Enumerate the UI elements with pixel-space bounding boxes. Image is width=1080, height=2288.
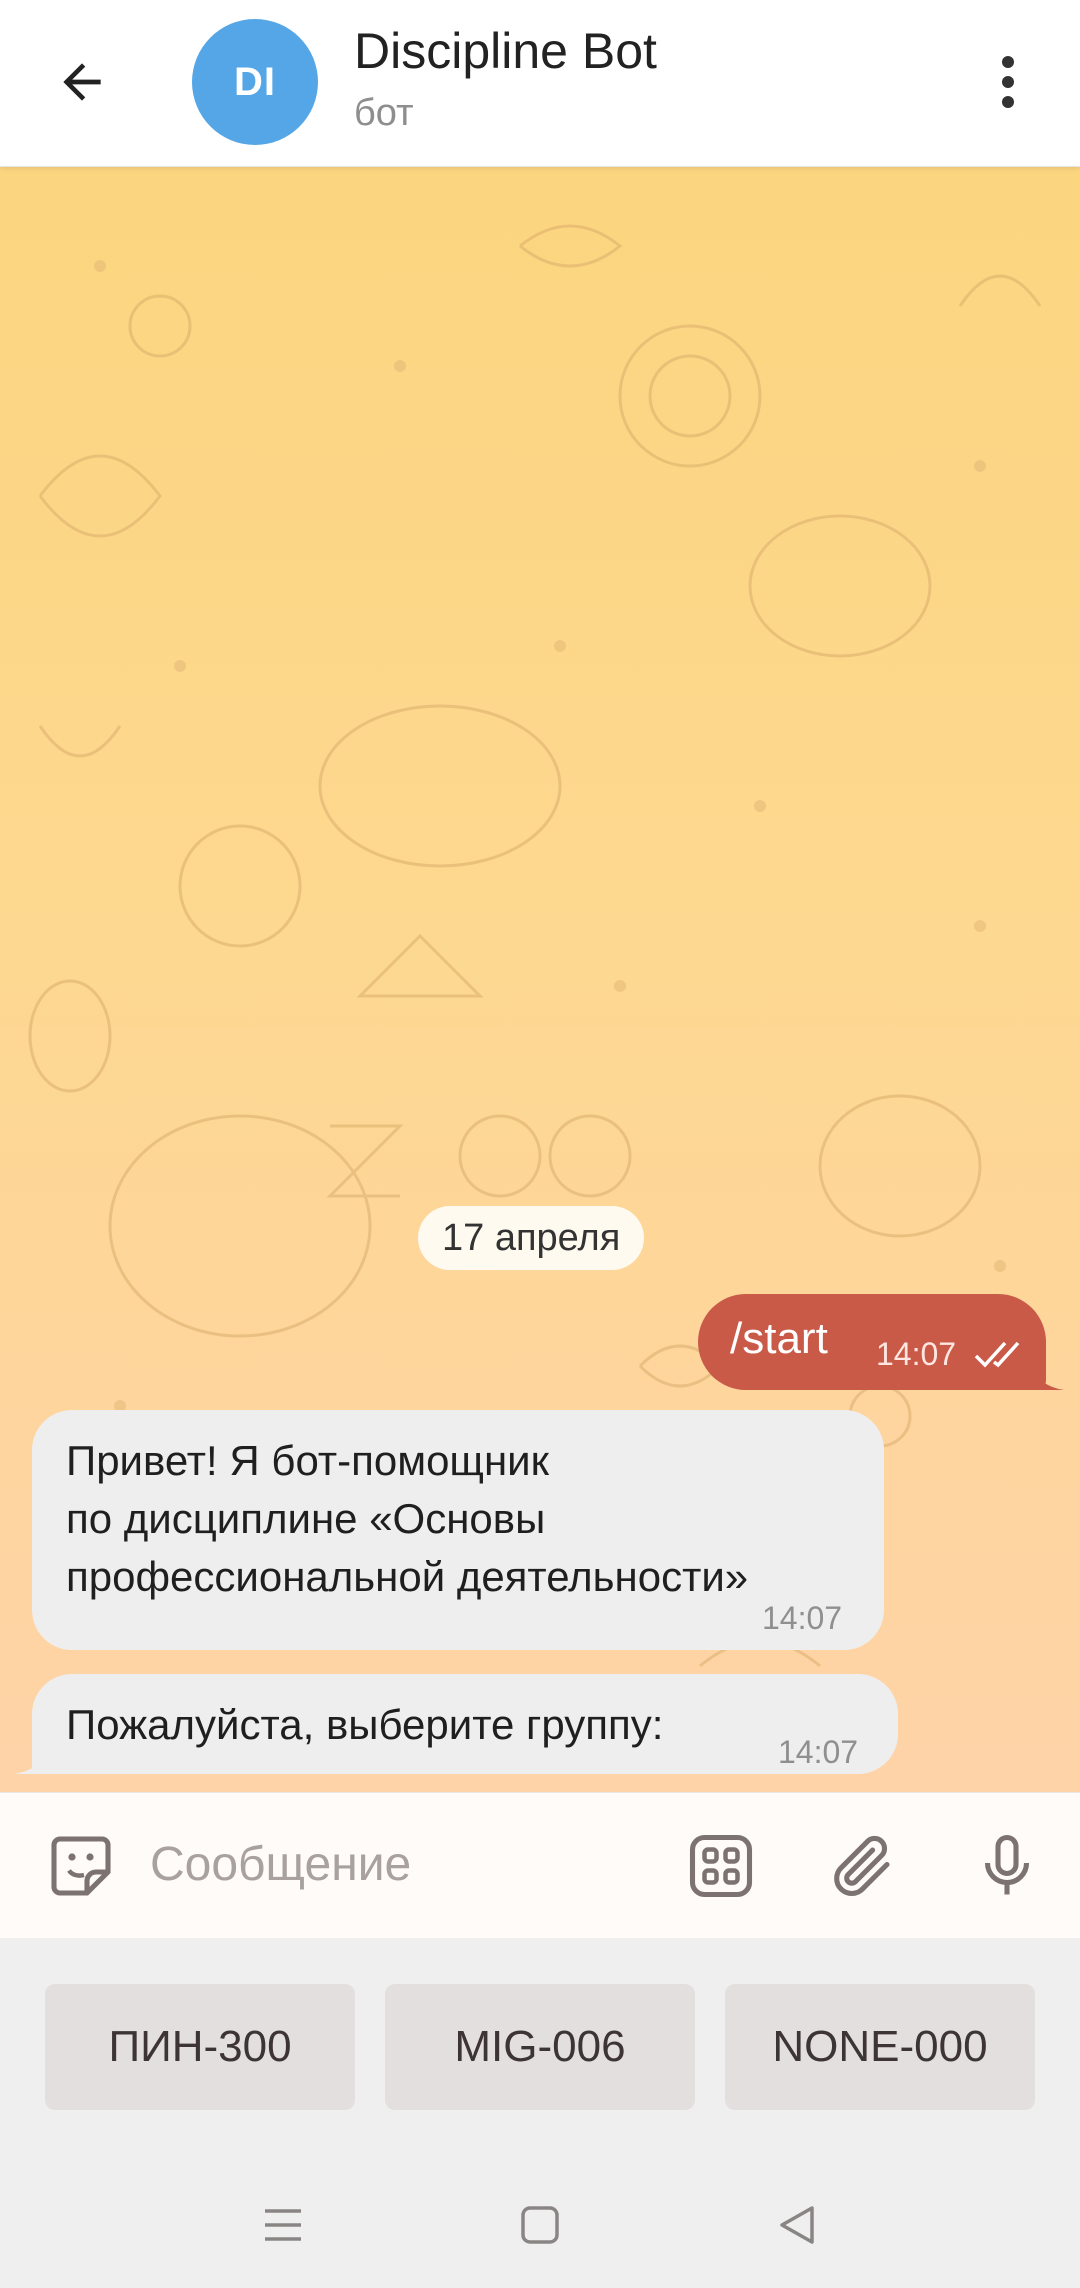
bot-keyboard-icon — [689, 1834, 753, 1898]
more-options-button[interactable] — [966, 40, 1050, 124]
chat-area[interactable]: 17 апреля /start 14:07 Привет! Я бот-пом… — [0, 166, 1080, 1792]
group-button-mig-006[interactable]: MIG-006 — [385, 1984, 695, 2110]
message-time: 14:07 — [876, 1336, 957, 1372]
message-line: по дисциплине «Основы — [66, 1495, 546, 1542]
sticker-button[interactable] — [36, 1821, 126, 1911]
system-back-button[interactable] — [762, 2190, 832, 2260]
chat-title[interactable]: Discipline Bot — [354, 22, 657, 80]
back-triangle-icon — [780, 2206, 814, 2244]
system-nav-bar — [0, 2160, 1080, 2288]
message-text: /start — [730, 1314, 828, 1363]
message-input[interactable]: Сообщение — [150, 1837, 411, 1892]
group-button-none-000[interactable]: NONE-000 — [725, 1984, 1035, 2110]
avatar[interactable]: DI — [192, 19, 318, 145]
outgoing-message[interactable]: /start 14:07 — [698, 1294, 1046, 1390]
bubble-tail — [1034, 1366, 1064, 1390]
message-line: Привет! Я бот-помощник — [66, 1437, 550, 1484]
more-vertical-icon — [1002, 56, 1014, 108]
home-square-icon — [521, 2206, 559, 2244]
message-text: Привет! Я бот-помощник по дисциплине «Ос… — [66, 1432, 748, 1606]
date-label: 17 апреля — [442, 1216, 621, 1259]
incoming-message[interactable]: Привет! Я бот-помощник по дисциплине «Ос… — [32, 1410, 884, 1650]
double-check-icon — [974, 1341, 1020, 1368]
recent-apps-button[interactable] — [248, 2190, 318, 2260]
incoming-message[interactable]: Пожалуйста, выберите группу: 14:07 — [32, 1674, 898, 1774]
attach-button[interactable] — [818, 1821, 908, 1911]
attach-icon — [834, 1835, 890, 1897]
home-button[interactable] — [505, 2190, 575, 2260]
group-button-pin-300[interactable]: ПИН-300 — [45, 1984, 355, 2110]
bot-keyboard-button[interactable] — [676, 1821, 766, 1911]
microphone-icon — [984, 1834, 1030, 1895]
microphone-button[interactable] — [962, 1821, 1052, 1911]
bot-reply-keyboard: ПИН-300 MIG-006 NONE-000 — [0, 1938, 1080, 2160]
message-time: 14:07 — [762, 1600, 843, 1636]
bubble-tail — [14, 1752, 44, 1774]
chat-header: DI Discipline Bot бот — [0, 0, 1080, 167]
message-line: профессиональной деятельности» — [66, 1553, 749, 1600]
message-text: Пожалуйста, выберите группу: — [66, 1701, 664, 1748]
sticker-icon — [51, 1836, 111, 1896]
back-button[interactable] — [40, 40, 124, 124]
message-time: 14:07 — [778, 1734, 859, 1770]
arrow-left-icon — [63, 63, 101, 101]
menu-lines-icon — [265, 2209, 301, 2241]
date-separator: 17 апреля — [418, 1206, 645, 1270]
chat-subtitle: бот — [354, 92, 414, 134]
message-input-bar: Сообщение — [0, 1792, 1080, 1939]
